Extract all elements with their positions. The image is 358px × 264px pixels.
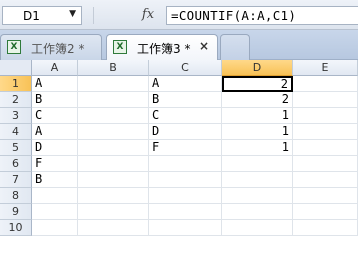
new-tab-button[interactable] — [220, 34, 250, 60]
cell-c10[interactable] — [149, 220, 222, 236]
formula-input[interactable]: =COUNTIF(A:A,C1) — [166, 6, 358, 25]
cell-a4[interactable]: A — [32, 124, 78, 140]
row-header-8[interactable]: 8 — [0, 188, 32, 204]
workbook-tab-strip: X 工作簿2 * X 工作簿3 * × — [0, 30, 358, 61]
cell-e4[interactable] — [293, 124, 358, 140]
cell-d5[interactable]: 1 — [222, 140, 293, 156]
column-header-e[interactable]: E — [293, 60, 358, 76]
cell-e9[interactable] — [293, 204, 358, 220]
row-header-1[interactable]: 1 — [0, 76, 32, 92]
cell-a6[interactable]: F — [32, 156, 78, 172]
cell-d2[interactable]: 2 — [222, 92, 293, 108]
cell-a9[interactable] — [32, 204, 78, 220]
cell-b1[interactable] — [78, 76, 149, 92]
cell-b4[interactable] — [78, 124, 149, 140]
insert-function-button[interactable]: fx — [134, 4, 162, 26]
formula-bar: D1 ▼ fx =COUNTIF(A:A,C1) — [0, 0, 358, 30]
cell-b9[interactable] — [78, 204, 149, 220]
tab-label: 工作簿2 * — [31, 42, 85, 56]
cell-e10[interactable] — [293, 220, 358, 236]
row-header-6[interactable]: 6 — [0, 156, 32, 172]
cell-e5[interactable] — [293, 140, 358, 156]
cell-a7[interactable]: B — [32, 172, 78, 188]
cell-a1[interactable]: A — [32, 76, 78, 92]
formula-bar-separator — [93, 7, 94, 24]
column-header-c[interactable]: C — [149, 60, 222, 76]
cell-a5[interactable]: D — [32, 140, 78, 156]
row-header-3[interactable]: 3 — [0, 108, 32, 124]
cell-b10[interactable] — [78, 220, 149, 236]
close-icon[interactable]: × — [199, 39, 209, 53]
excel-file-icon: X — [113, 40, 127, 54]
row-header-9[interactable]: 9 — [0, 204, 32, 220]
name-box[interactable]: D1 ▼ — [2, 6, 82, 25]
cell-d10[interactable] — [222, 220, 293, 236]
cell-b5[interactable] — [78, 140, 149, 156]
cell-d6[interactable] — [222, 156, 293, 172]
cell-c1[interactable]: A — [149, 76, 222, 92]
cell-d8[interactable] — [222, 188, 293, 204]
cell-b2[interactable] — [78, 92, 149, 108]
column-header-b[interactable]: B — [78, 60, 149, 76]
cell-a2[interactable]: B — [32, 92, 78, 108]
cell-c3[interactable]: C — [149, 108, 222, 124]
cell-c5[interactable]: F — [149, 140, 222, 156]
cell-b8[interactable] — [78, 188, 149, 204]
cell-e1[interactable] — [293, 76, 358, 92]
cell-d9[interactable] — [222, 204, 293, 220]
cell-b6[interactable] — [78, 156, 149, 172]
tab-workbook2[interactable]: X 工作簿2 * — [0, 34, 102, 60]
select-all-corner[interactable] — [0, 60, 32, 76]
cell-d4[interactable]: 1 — [222, 124, 293, 140]
row-header-2[interactable]: 2 — [0, 92, 32, 108]
row-header-5[interactable]: 5 — [0, 140, 32, 156]
cell-a10[interactable] — [32, 220, 78, 236]
cell-a3[interactable]: C — [32, 108, 78, 124]
cell-c7[interactable] — [149, 172, 222, 188]
cell-e2[interactable] — [293, 92, 358, 108]
cell-d1[interactable]: 2 — [222, 76, 293, 92]
row-header-7[interactable]: 7 — [0, 172, 32, 188]
cell-c8[interactable] — [149, 188, 222, 204]
cell-d3[interactable]: 1 — [222, 108, 293, 124]
cell-e3[interactable] — [293, 108, 358, 124]
row-header-10[interactable]: 10 — [0, 220, 32, 236]
row-header-4[interactable]: 4 — [0, 124, 32, 140]
tab-workbook3[interactable]: X 工作簿3 * × — [106, 34, 218, 61]
cell-a8[interactable] — [32, 188, 78, 204]
cell-e7[interactable] — [293, 172, 358, 188]
cell-e8[interactable] — [293, 188, 358, 204]
dropdown-arrow-icon[interactable]: ▼ — [69, 9, 76, 19]
formula-text: =COUNTIF(A:A,C1) — [171, 8, 297, 23]
cell-e6[interactable] — [293, 156, 358, 172]
column-header-d[interactable]: D — [222, 60, 293, 76]
cell-b3[interactable] — [78, 108, 149, 124]
cell-c9[interactable] — [149, 204, 222, 220]
cell-c4[interactable]: D — [149, 124, 222, 140]
tab-label: 工作簿3 * — [137, 42, 191, 56]
name-box-value: D1 — [23, 9, 40, 23]
cell-c6[interactable] — [149, 156, 222, 172]
cell-d7[interactable] — [222, 172, 293, 188]
column-header-a[interactable]: A — [32, 60, 78, 76]
cell-b7[interactable] — [78, 172, 149, 188]
excel-file-icon: X — [7, 40, 21, 54]
cell-c2[interactable]: B — [149, 92, 222, 108]
